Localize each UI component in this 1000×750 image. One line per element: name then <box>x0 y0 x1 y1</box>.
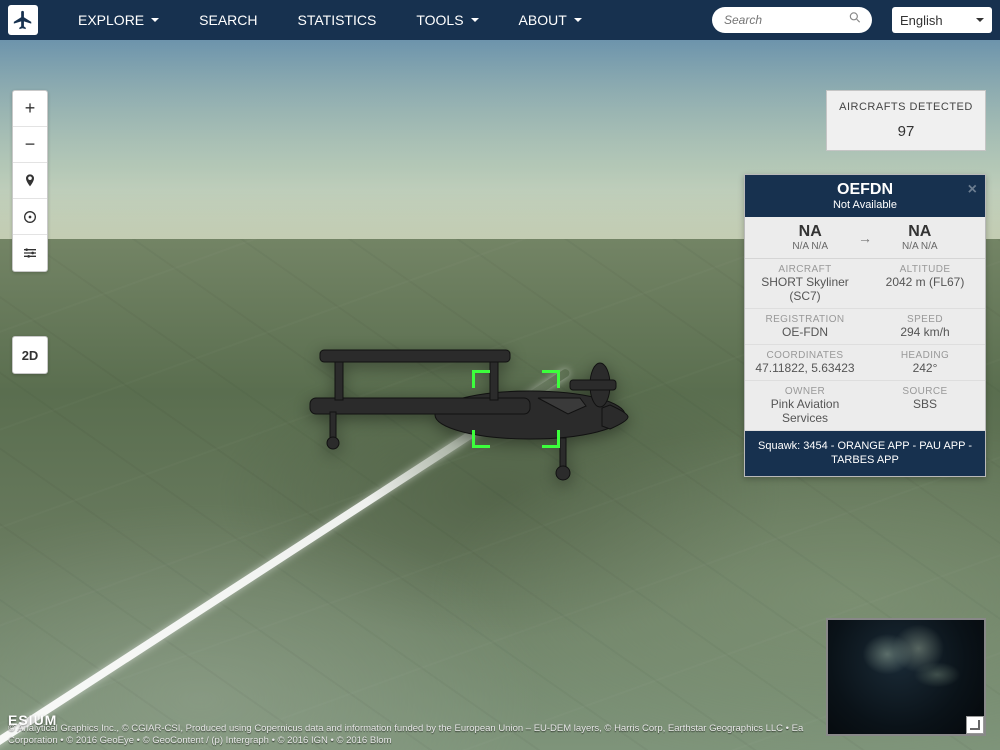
route-from-code: NA <box>792 223 828 241</box>
minimap[interactable] <box>826 618 986 736</box>
flight-info-header: × OEFDN Not Available <box>745 175 985 217</box>
cell-coordinates: COORDINATES47.11822, 5.63423 <box>745 345 865 381</box>
top-navbar: EXPLORE SEARCH STATISTICS TOOLS ABOUT En… <box>0 0 1000 40</box>
logo[interactable] <box>8 5 38 35</box>
minimap-resize-handle[interactable] <box>966 716 984 734</box>
nav-statistics-label: STATISTICS <box>298 12 377 28</box>
close-icon[interactable]: × <box>968 181 977 199</box>
flight-info-panel: × OEFDN Not Available NA N/A N/A → NA N/… <box>744 174 986 477</box>
nav-explore-label: EXPLORE <box>78 12 144 28</box>
nav-about[interactable]: ABOUT <box>499 0 602 40</box>
target-bracket <box>472 370 560 448</box>
sliders-icon <box>22 245 38 261</box>
language-label: English <box>900 13 943 28</box>
cell-altitude: ALTITUDE2042 m (FL67) <box>865 259 985 309</box>
flight-info-grid: AIRCRAFTSHORT Skyliner (SC7) ALTITUDE204… <box>745 259 985 431</box>
view-mode-toolbar: 2D <box>12 336 48 374</box>
route-from: NA N/A N/A <box>792 223 828 252</box>
cell-owner: OWNERPink Aviation Services <box>745 381 865 431</box>
pin-icon <box>22 173 38 189</box>
detected-count: 97 <box>833 123 979 140</box>
aircraft-model[interactable] <box>280 310 660 510</box>
zoom-in-button[interactable]: + <box>13 91 47 127</box>
settings-button[interactable] <box>13 235 47 271</box>
nav-tools[interactable]: TOOLS <box>396 0 498 40</box>
nav-tools-label: TOOLS <box>416 12 463 28</box>
globe-3d-view[interactable]: + − 2D AIRCRAFTS DETECTED 97 × OEFDN Not… <box>0 40 1000 750</box>
chevron-down-icon <box>471 18 479 22</box>
view-2d-button[interactable]: 2D <box>13 337 47 373</box>
search-wrapper <box>712 7 872 33</box>
nav-statistics[interactable]: STATISTICS <box>278 0 397 40</box>
nav-about-label: ABOUT <box>519 12 567 28</box>
chevron-down-icon <box>976 18 984 22</box>
arrow-right-icon: → <box>858 230 872 246</box>
attribution-line2: Corporation • © 2016 GeoEye • © GeoConte… <box>8 735 992 746</box>
flight-route: NA N/A N/A → NA N/A N/A <box>745 217 985 259</box>
cell-speed: SPEED294 km/h <box>865 309 985 345</box>
route-to: NA N/A N/A <box>902 223 938 252</box>
cell-aircraft: AIRCRAFTSHORT Skyliner (SC7) <box>745 259 865 309</box>
mode-2d-label: 2D <box>22 348 39 363</box>
flight-status: Not Available <box>749 199 981 211</box>
zoom-out-button[interactable]: − <box>13 127 47 163</box>
language-selector[interactable]: English <box>892 7 992 33</box>
center-button[interactable] <box>13 199 47 235</box>
map-toolbar: + − <box>12 90 48 272</box>
locate-button[interactable] <box>13 163 47 199</box>
route-to-sub: N/A N/A <box>902 241 938 252</box>
detected-label: AIRCRAFTS DETECTED <box>833 101 979 113</box>
aircrafts-detected-panel: AIRCRAFTS DETECTED 97 <box>826 90 986 151</box>
plane-icon <box>12 9 34 31</box>
nav-search-label: SEARCH <box>199 12 257 28</box>
flight-squawk: Squawk: 3454 - ORANGE APP - PAU APP - TA… <box>745 431 985 476</box>
cell-source: SOURCESBS <box>865 381 985 431</box>
crosshair-icon <box>22 209 38 225</box>
chevron-down-icon <box>151 18 159 22</box>
nav-explore[interactable]: EXPLORE <box>58 0 179 40</box>
search-icon[interactable] <box>848 11 862 30</box>
cell-heading: HEADING242° <box>865 345 985 381</box>
flight-callsign: OEFDN <box>749 181 981 199</box>
cell-registration: REGISTRATIONOE-FDN <box>745 309 865 345</box>
chevron-down-icon <box>574 18 582 22</box>
route-to-code: NA <box>902 223 938 241</box>
plus-icon: + <box>25 98 36 119</box>
minus-icon: − <box>25 134 36 155</box>
nav-search[interactable]: SEARCH <box>179 0 277 40</box>
route-from-sub: N/A N/A <box>792 241 828 252</box>
